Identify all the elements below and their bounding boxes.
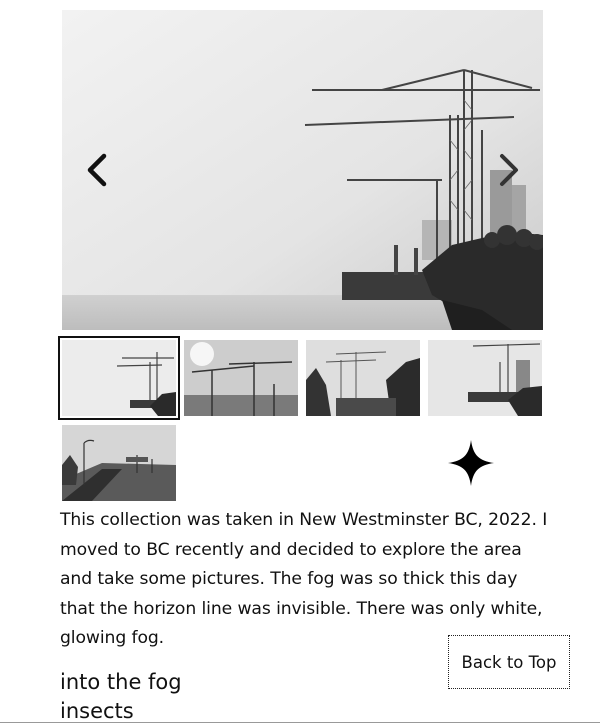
thumbnail-image [62, 340, 176, 416]
thumbnail-image [306, 340, 420, 416]
sparkle-icon [448, 440, 494, 486]
thumb-sun-cranes[interactable] [184, 340, 298, 416]
thumbnail-image [428, 340, 542, 416]
previous-image-button[interactable] [80, 148, 114, 192]
chevron-left-icon [87, 153, 107, 187]
link-into-the-fog[interactable]: into the fog [60, 668, 182, 697]
back-to-top-button[interactable]: Back to Top [448, 635, 570, 689]
thumb-cranes-waterfront[interactable] [58, 336, 180, 420]
thumb-foggy-highway[interactable] [62, 425, 176, 501]
thumbnail-image [62, 425, 176, 501]
thumbnail-image [184, 340, 298, 416]
collection-links: into the fog insects [60, 668, 182, 725]
divider [0, 722, 600, 723]
chevron-right-icon [500, 154, 518, 186]
collection-description: This collection was taken in New Westmin… [60, 510, 548, 648]
thumb-trees-cranes[interactable] [306, 340, 420, 416]
page: This collection was taken in New Westmin… [0, 0, 600, 725]
thumb-crane-pier[interactable] [428, 340, 542, 416]
fog-cranes-photo [62, 10, 543, 330]
main-gallery-image [62, 10, 543, 330]
next-image-button[interactable] [492, 148, 526, 192]
link-insects[interactable]: insects [60, 697, 182, 725]
